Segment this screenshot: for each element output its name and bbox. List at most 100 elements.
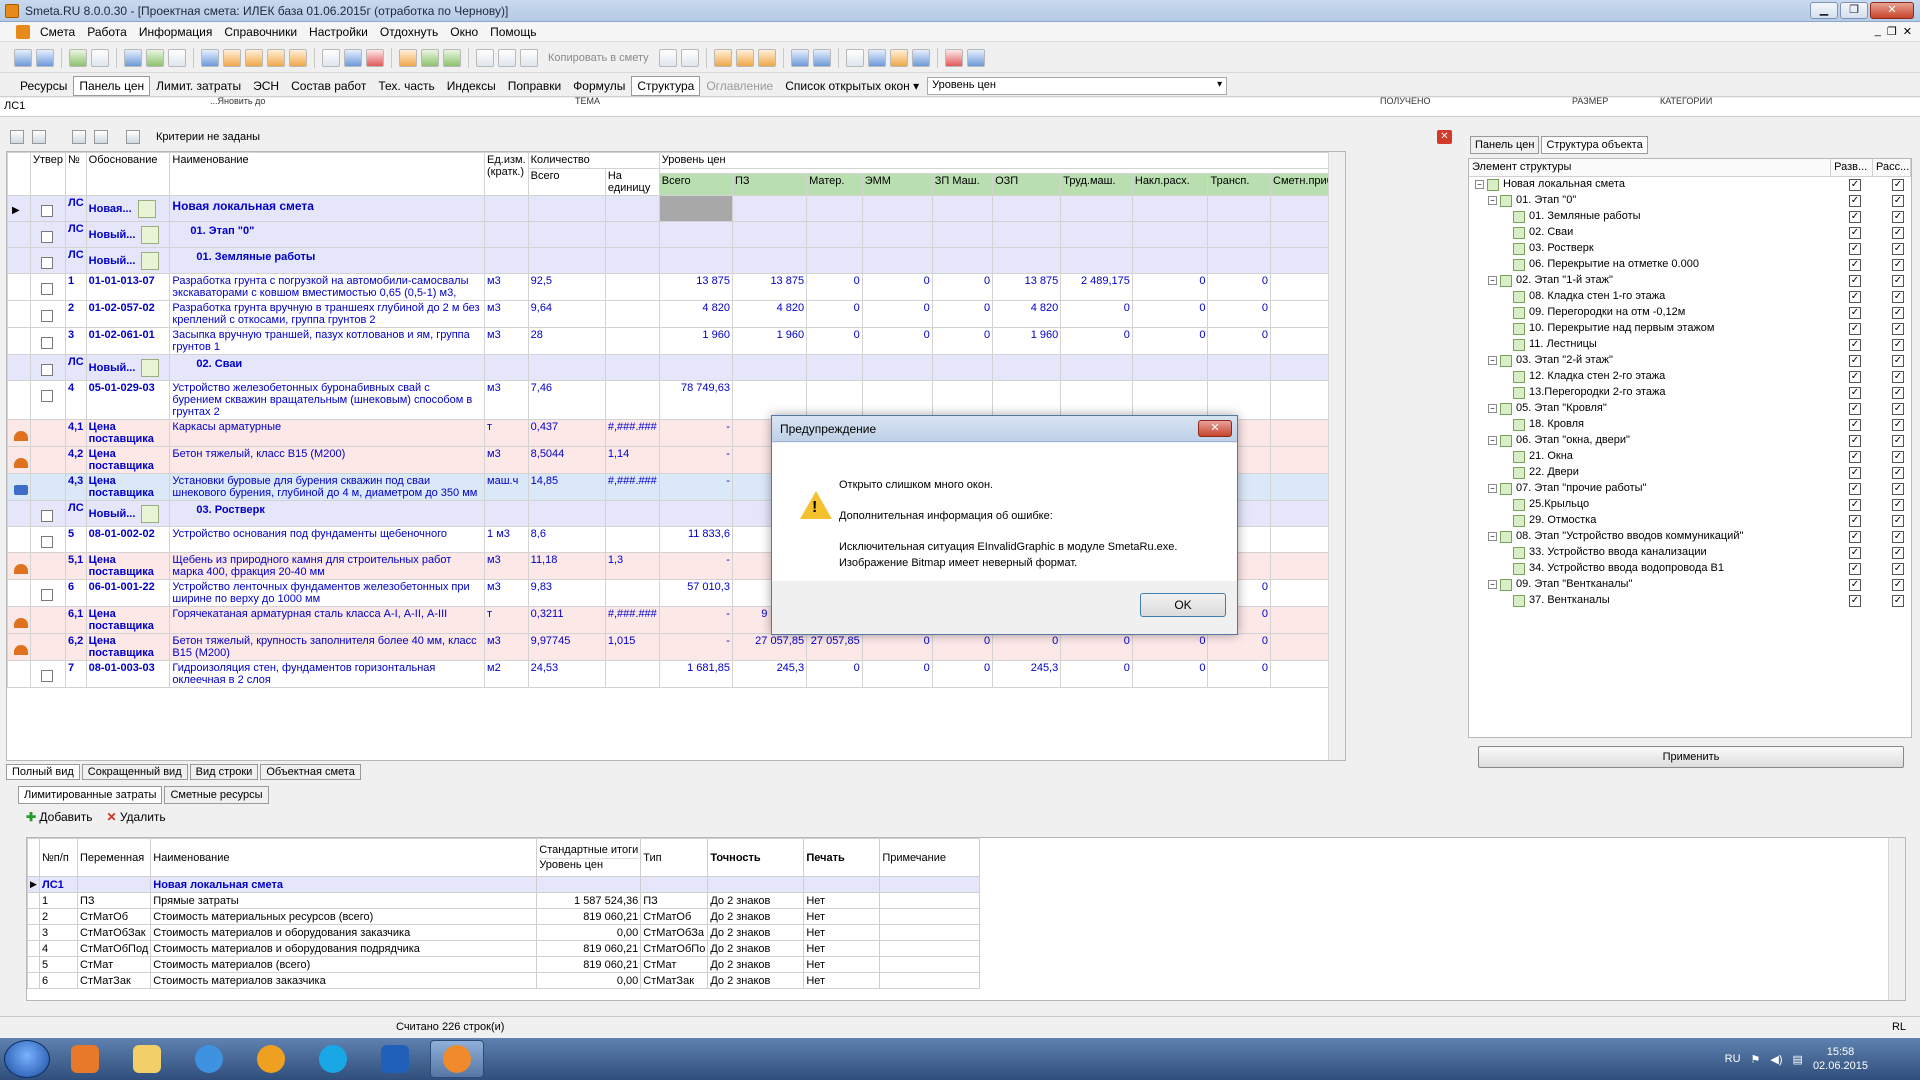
qty-unit-cell[interactable] bbox=[604, 380, 660, 420]
calc-checkbox[interactable]: ✓ bbox=[1892, 259, 1904, 271]
expand-checkbox[interactable]: ✓ bbox=[1849, 211, 1861, 223]
open-windows-dropdown[interactable]: Список открытых окон ▾ bbox=[779, 76, 925, 96]
basis-cell[interactable]: 06-01-001-22 bbox=[85, 579, 171, 607]
expand-checkbox[interactable]: ✓ bbox=[1849, 483, 1861, 495]
lp-num-cell[interactable]: 1 bbox=[39, 892, 78, 909]
approve-cell[interactable] bbox=[30, 273, 66, 301]
name-cell[interactable]: Новая локальная смета bbox=[169, 195, 486, 222]
table-row[interactable]: 5 СтМат Стоимость материалов (всего) 819 06… bbox=[27, 956, 981, 973]
approve-cell[interactable] bbox=[30, 300, 66, 328]
qty-unit-cell[interactable]: 1,3 bbox=[604, 552, 660, 580]
collapse-icon[interactable]: − bbox=[1488, 484, 1497, 493]
menu-settings[interactable]: Настройки bbox=[303, 25, 374, 39]
approve-cell[interactable] bbox=[30, 195, 66, 222]
qty-cell[interactable]: 14,85 bbox=[527, 473, 606, 501]
approve-checkbox[interactable] bbox=[41, 670, 53, 682]
value-cell[interactable]: 0 bbox=[1131, 327, 1209, 355]
qty-unit-cell[interactable] bbox=[604, 273, 660, 301]
filter-down-icon[interactable] bbox=[94, 130, 108, 144]
value-cell[interactable]: 0 bbox=[861, 633, 933, 661]
calc-checkbox[interactable]: ✓ bbox=[1892, 243, 1904, 255]
lp-precision-cell[interactable]: До 2 знаков bbox=[707, 892, 805, 909]
calc-checkbox[interactable]: ✓ bbox=[1892, 387, 1904, 399]
unit-cell[interactable]: м3 bbox=[484, 327, 529, 355]
qty-cell[interactable]: 8,5044 bbox=[527, 446, 606, 474]
table-row[interactable]: ЛС Новый... 02. Сваи bbox=[7, 354, 1345, 381]
lp-num-cell[interactable]: 2 bbox=[39, 908, 78, 925]
copy-row-icon[interactable] bbox=[658, 48, 677, 67]
basis-cell[interactable]: Новая... bbox=[85, 195, 171, 222]
expand-checkbox[interactable]: ✓ bbox=[1849, 259, 1861, 271]
minimize-button[interactable]: ▁ bbox=[1810, 2, 1838, 19]
value-cell[interactable]: 0 bbox=[806, 300, 863, 328]
lower-grid-scrollbar[interactable] bbox=[1888, 838, 1905, 1000]
section-icon[interactable] bbox=[713, 48, 732, 67]
qty-cell[interactable]: 9,83 bbox=[527, 579, 606, 607]
filter-up-icon[interactable] bbox=[72, 130, 86, 144]
qty-unit-cell[interactable] bbox=[604, 579, 660, 607]
books2-icon[interactable] bbox=[966, 48, 985, 67]
copy-block-icon[interactable] bbox=[680, 48, 699, 67]
qty-cell[interactable]: 9,97745 bbox=[527, 633, 606, 661]
crane-icon[interactable] bbox=[845, 48, 864, 67]
name-cell[interactable]: Щебень из природного камня для строитель… bbox=[169, 552, 486, 580]
header-price-level[interactable]: Уровень цен bbox=[658, 152, 1345, 169]
tab-work-composition[interactable]: Состав работ bbox=[285, 76, 372, 96]
value-cell[interactable] bbox=[1060, 380, 1133, 420]
value-cell[interactable]: 0 bbox=[931, 633, 994, 661]
tab-structure[interactable]: Структура bbox=[631, 75, 701, 96]
expand-checkbox[interactable]: ✓ bbox=[1849, 307, 1861, 319]
num-cell[interactable]: 6,1 bbox=[64, 606, 87, 634]
calc-checkbox[interactable]: ✓ bbox=[1892, 451, 1904, 463]
approve-checkbox[interactable] bbox=[41, 310, 53, 322]
maximize-button[interactable]: ❐ bbox=[1840, 2, 1868, 19]
approve-checkbox[interactable] bbox=[41, 390, 53, 402]
approve-cell[interactable] bbox=[30, 552, 66, 580]
expand-checkbox[interactable]: ✓ bbox=[1849, 355, 1861, 367]
lp-note-cell[interactable] bbox=[879, 876, 981, 893]
taskbar-skype[interactable] bbox=[306, 1040, 360, 1078]
unit-cell[interactable]: м3 bbox=[484, 552, 529, 580]
num-cell[interactable]: 4,2 bbox=[64, 446, 87, 474]
num-cell[interactable]: ЛС bbox=[64, 247, 87, 274]
lp-print-cell[interactable] bbox=[803, 876, 881, 893]
tree-header-element[interactable]: Элемент структуры bbox=[1469, 159, 1832, 176]
tree-node[interactable]: − 07. Этап "прочие работы" ✓ ✓ bbox=[1469, 481, 1911, 497]
table-row[interactable]: ▶ ЛС1 Новая локальная смета bbox=[27, 876, 981, 893]
add-icon[interactable] bbox=[36, 48, 54, 67]
calc-checkbox[interactable]: ✓ bbox=[1892, 195, 1904, 207]
basis-cell[interactable]: Новый... bbox=[85, 221, 171, 248]
expand-checkbox[interactable]: ✓ bbox=[1849, 515, 1861, 527]
basis-cell[interactable]: Цена поставщика bbox=[85, 552, 171, 580]
collapse-icon[interactable]: − bbox=[1475, 180, 1484, 189]
qty-cell[interactable]: 9,64 bbox=[527, 300, 606, 328]
qty-unit-cell[interactable] bbox=[604, 526, 660, 553]
qty-cell[interactable]: 0,437 bbox=[527, 419, 606, 447]
name-cell[interactable]: Устройство железобетонных буронабивных с… bbox=[169, 380, 486, 420]
table2-icon[interactable] bbox=[812, 48, 831, 67]
menu-window[interactable]: Окно bbox=[444, 25, 484, 39]
tool-icon[interactable] bbox=[223, 48, 241, 67]
header-col-8[interactable]: Трансп. bbox=[1207, 173, 1272, 196]
expand-checkbox[interactable]: ✓ bbox=[1849, 371, 1861, 383]
expand-checkbox[interactable]: ✓ bbox=[1849, 531, 1861, 543]
tab-corrections[interactable]: Поправки bbox=[502, 76, 567, 96]
section3-icon[interactable] bbox=[757, 48, 776, 67]
qty-unit-cell[interactable]: 1,14 bbox=[604, 446, 660, 474]
basis-cell[interactable]: 08-01-002-02 bbox=[85, 526, 171, 553]
num-cell[interactable]: 1 bbox=[64, 273, 87, 301]
header-basis[interactable]: Обоснование bbox=[85, 152, 171, 196]
lp-std-cell[interactable]: 819 060,21 bbox=[536, 940, 642, 957]
approve-cell[interactable] bbox=[30, 473, 66, 501]
name-cell[interactable]: Установки буровые для бурения скважин по… bbox=[169, 473, 486, 501]
value-cell[interactable]: - bbox=[658, 446, 733, 474]
approve-cell[interactable] bbox=[30, 660, 66, 688]
menu-work[interactable]: Работа bbox=[81, 25, 133, 39]
approve-checkbox[interactable] bbox=[41, 231, 53, 243]
qty-cell[interactable]: 7,46 bbox=[527, 380, 606, 420]
expand-checkbox[interactable]: ✓ bbox=[1849, 451, 1861, 463]
header-name[interactable]: Наименование bbox=[169, 152, 486, 196]
tray-clock[interactable]: 15:58 02.06.2015 bbox=[1813, 1045, 1868, 1073]
lp-std-cell[interactable]: 0,00 bbox=[536, 972, 642, 989]
lp-header-std[interactable]: Стандартные итоги Уровень цен bbox=[536, 838, 642, 877]
